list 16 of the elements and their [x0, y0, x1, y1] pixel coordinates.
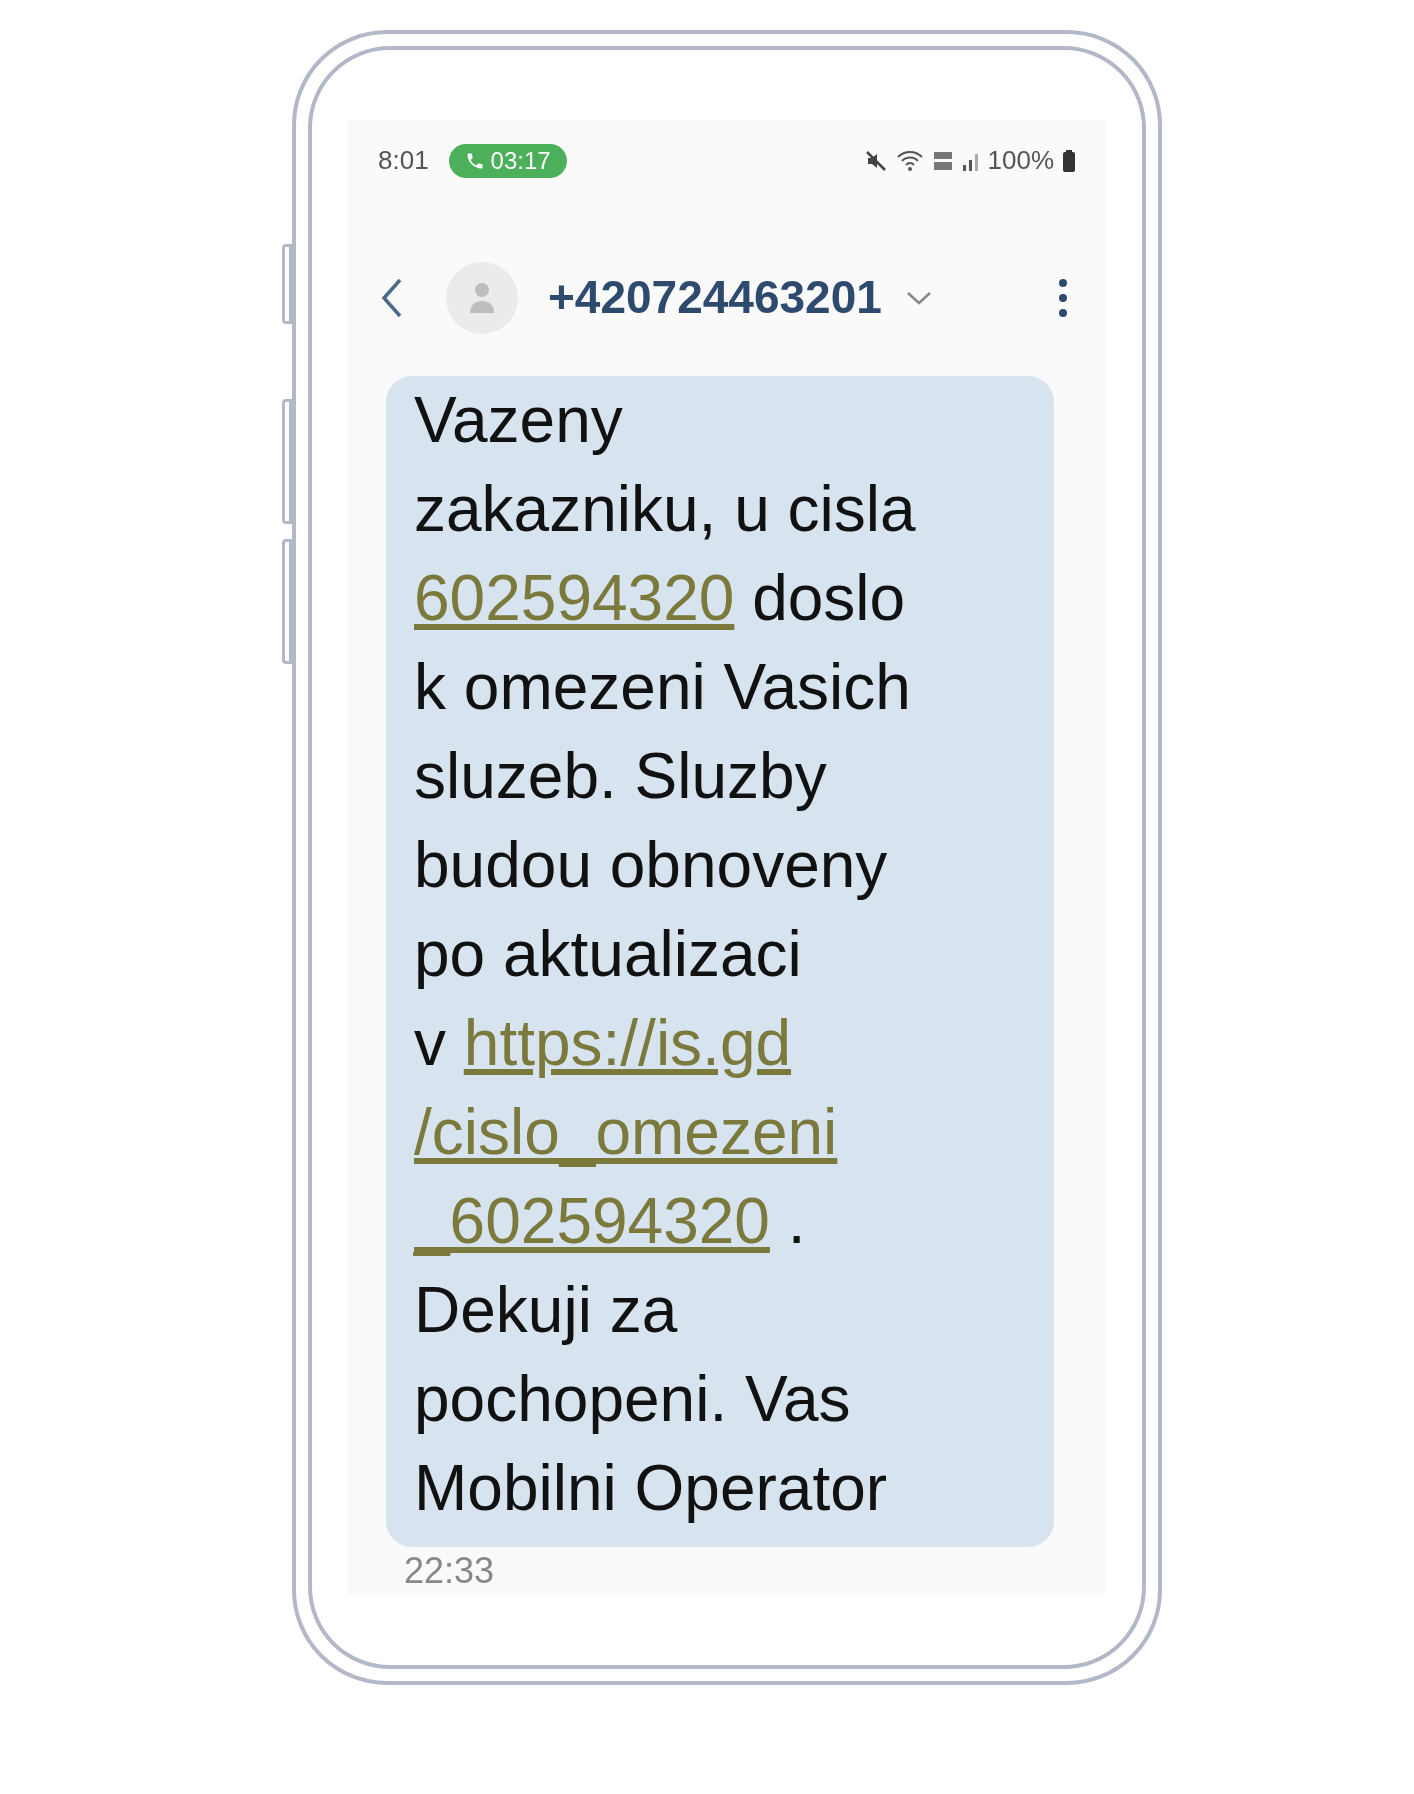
battery-percent: 100%: [987, 144, 1054, 178]
link[interactable]: https://is.gd: [463, 1007, 792, 1079]
clock: 8:01: [378, 144, 429, 178]
battery-icon: [1062, 148, 1076, 173]
mute-icon: [863, 148, 888, 173]
link[interactable]: 602594320: [414, 562, 735, 634]
chevron-down-icon[interactable]: [905, 289, 932, 306]
person-icon: [468, 280, 496, 315]
call-pill: 03:17: [448, 143, 567, 178]
link[interactable]: /cislo_omezeni: [414, 1096, 838, 1168]
contact-number[interactable]: +420724463201: [548, 263, 882, 333]
link[interactable]: _602594320: [414, 1185, 770, 1257]
message-time: 22:33: [404, 1549, 496, 1593]
wifi-icon: [895, 148, 924, 173]
message-text: Vazeny zakazniku, u cisla 602594320 doslo k omezeni Vasich sluzeb. Sluzby budou obnoveny po aktualizaci v https://is.gd /cislo_omezeni _602594320 . Dekuji za pochopeni. Vas Mobilni Operator: [414, 383, 917, 1526]
more-icon[interactable]: [1058, 277, 1068, 318]
